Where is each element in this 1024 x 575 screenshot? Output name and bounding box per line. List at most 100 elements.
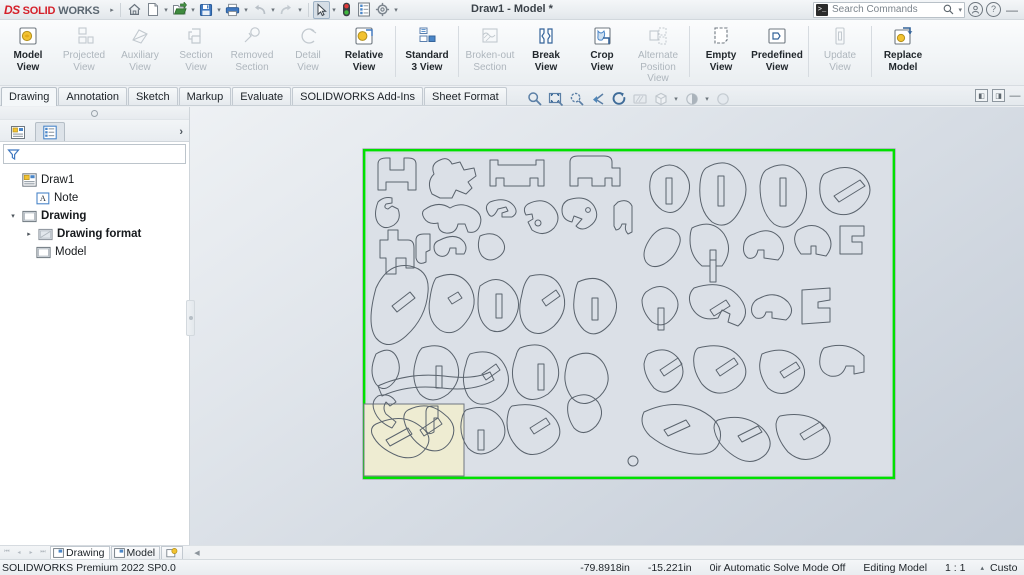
search-input[interactable]: Search Commands	[832, 4, 939, 15]
status-coord-y: -15.221in	[647, 561, 692, 574]
ribbon-button-broken-out-section[interactable]: Broken-out Section	[462, 23, 518, 81]
tab-sketch[interactable]: Sketch	[127, 87, 178, 105]
redo-button[interactable]	[277, 1, 296, 19]
tree-twisty[interactable]: ▾	[8, 212, 18, 220]
add-sheet-button[interactable]	[161, 546, 184, 559]
panel-splitter-handle[interactable]	[186, 300, 195, 336]
minimize-button[interactable]: —	[1004, 4, 1020, 16]
tab-markup[interactable]: Markup	[178, 87, 232, 105]
ribbon-button-model-view[interactable]: Model View	[0, 23, 56, 81]
new-document-button[interactable]	[144, 1, 162, 19]
ribbon-button-standard-3-view[interactable]: Standard 3 View	[399, 23, 455, 81]
select-tool-button[interactable]	[313, 0, 330, 19]
select-tool-caret[interactable]: ▾	[330, 1, 338, 19]
display-style-caret[interactable]: ▾	[703, 95, 711, 103]
collapse-right-panel-button[interactable]: ◨	[992, 89, 1005, 102]
zoom-to-fit-button[interactable]	[546, 90, 565, 109]
search-commands-box[interactable]: >_ Search Commands ▾	[813, 1, 965, 18]
scroll-left-arrow[interactable]: ◀	[190, 546, 204, 560]
hide-show-items-button[interactable]	[713, 90, 732, 109]
rotate-view-button[interactable]	[609, 90, 628, 109]
open-document-caret[interactable]: ▾	[189, 1, 197, 19]
feature-manager-tab[interactable]	[3, 122, 33, 141]
tree-filter-bar[interactable]	[3, 144, 186, 164]
tree-item-draw1[interactable]: Draw1	[4, 171, 189, 189]
ribbon-button-relative-view[interactable]: Relative View	[336, 23, 392, 81]
tree-item-note[interactable]: A Note	[4, 189, 189, 207]
sheet-tab-drawing[interactable]: Drawing	[50, 546, 110, 559]
tab-solidworks-add-ins[interactable]: SOLIDWORKS Add-Ins	[292, 87, 424, 105]
section-view-toggle-button[interactable]	[630, 90, 649, 109]
sheet-nav-first[interactable]: ⏮	[1, 547, 13, 559]
ribbon-button-removed-section[interactable]: Removed Section	[224, 23, 280, 81]
sheet-nav-arrows[interactable]: ⏮ ◂ ▸ ⏭	[0, 547, 49, 559]
detail-view-icon	[295, 25, 321, 49]
new-document-caret[interactable]: ▾	[162, 1, 170, 19]
search-caret[interactable]: ▾	[958, 6, 962, 14]
tree-twisty[interactable]: ▸	[24, 230, 34, 238]
tab-sheet-format[interactable]: Sheet Format	[424, 87, 507, 105]
options-caret[interactable]: ▾	[392, 1, 400, 19]
minimize-panel-button[interactable]: —	[1009, 90, 1021, 101]
help-icon[interactable]: ?	[986, 2, 1001, 17]
sheet-properties-button[interactable]	[355, 1, 373, 19]
ribbon-button-empty-view[interactable]: Empty View	[693, 23, 749, 81]
status-scale-caret[interactable]: ▴	[974, 564, 990, 572]
save-button[interactable]	[197, 1, 215, 19]
ribbon-button-predefined-view[interactable]: Predefined View	[749, 23, 805, 81]
tree-item-drawing-format[interactable]: ▸ Drawing format	[4, 225, 189, 243]
sheet-graphics[interactable]	[362, 148, 896, 480]
feature-tree: Draw1 A Note ▾ Drawing ▸ Drawing format …	[0, 166, 189, 545]
rebuild-button[interactable]	[338, 1, 355, 19]
ribbon-button-section-view[interactable]: Section View	[168, 23, 224, 81]
ribbon-label-line3: View	[647, 73, 669, 84]
ribbon-button-auxiliary-view[interactable]: Auxiliary View	[112, 23, 168, 81]
options-gear-icon	[375, 2, 390, 17]
status-scale[interactable]: 1 : 1	[936, 562, 974, 574]
ribbon-label-line2: 3 View	[411, 61, 443, 73]
pin-icon[interactable]	[91, 109, 98, 117]
print-caret[interactable]: ▾	[242, 1, 250, 19]
print-button[interactable]	[223, 1, 242, 19]
tab-annotation[interactable]: Annotation	[58, 87, 127, 105]
tab-evaluate[interactable]: Evaluate	[232, 87, 292, 105]
user-account-icon[interactable]	[968, 2, 983, 17]
view-orientation-caret[interactable]: ▾	[672, 95, 680, 103]
ribbon-button-break-view[interactable]: Break View	[518, 23, 574, 81]
save-caret[interactable]: ▾	[215, 1, 223, 19]
sheet-nav-next[interactable]: ▸	[25, 547, 37, 559]
display-style-button[interactable]	[682, 90, 701, 109]
home-button[interactable]	[125, 1, 144, 19]
undo-button[interactable]	[250, 1, 269, 19]
zoom-in-out-button[interactable]	[525, 90, 544, 109]
options-button[interactable]	[373, 1, 392, 19]
status-solve-mode: 0ir Automatic Solve Mode Off	[709, 561, 846, 574]
horizontal-scrollbar[interactable]: ◀	[190, 545, 1024, 559]
ribbon-button-update-view[interactable]: Update View	[812, 23, 868, 81]
panel-pin-bar[interactable]	[0, 107, 189, 120]
property-manager-tab[interactable]	[35, 122, 65, 141]
ribbon-button-replace-model[interactable]: Replace Model	[875, 23, 931, 81]
ribbon-button-projected-view[interactable]: Projected View	[56, 23, 112, 81]
ribbon-button-alternate-position-view[interactable]: Alternate Position View	[630, 23, 686, 85]
ribbon-button-crop-view[interactable]: Crop View	[574, 23, 630, 81]
ribbon-button-detail-view[interactable]: Detail View	[280, 23, 336, 81]
drawing-canvas[interactable]	[190, 107, 1024, 545]
panel-expand-arrow[interactable]: ›	[179, 126, 183, 138]
sheet-tab-model[interactable]: Model	[110, 546, 161, 559]
redo-caret[interactable]: ▾	[296, 1, 304, 19]
drawing-sheet[interactable]	[362, 148, 896, 480]
sheet-nav-last[interactable]: ⏭	[37, 547, 49, 559]
search-icon[interactable]	[943, 4, 954, 15]
quick-access-expand-caret[interactable]: ▸	[108, 1, 116, 19]
tree-item-model[interactable]: Model	[4, 243, 189, 261]
collapse-left-panel-button[interactable]: ◧	[975, 89, 988, 102]
tab-drawing[interactable]: Drawing	[1, 87, 58, 106]
previous-view-button[interactable]	[588, 90, 607, 109]
view-orientation-button[interactable]	[651, 90, 670, 109]
zoom-to-area-button[interactable]	[567, 90, 586, 109]
tree-item-drawing[interactable]: ▾ Drawing	[4, 207, 189, 225]
sheet-nav-prev[interactable]: ◂	[13, 547, 25, 559]
undo-caret[interactable]: ▾	[269, 1, 277, 19]
open-document-button[interactable]	[170, 1, 189, 19]
